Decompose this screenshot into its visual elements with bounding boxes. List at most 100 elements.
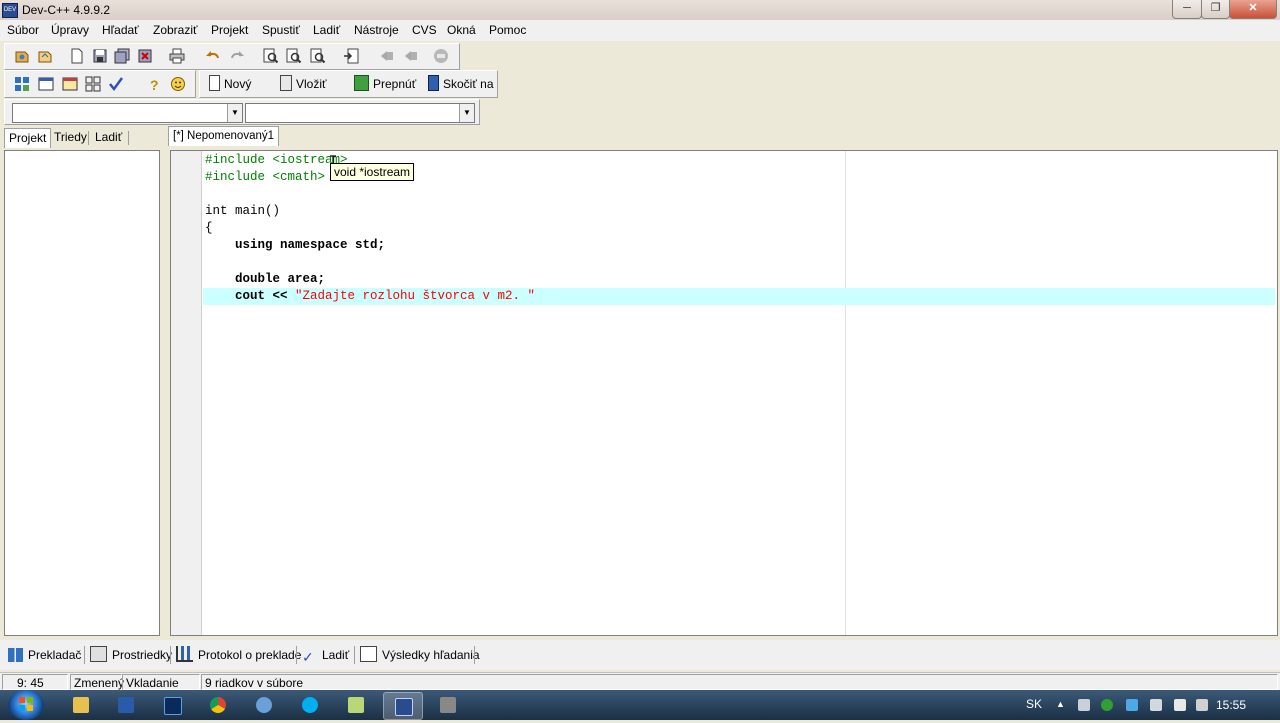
about-icon[interactable] xyxy=(170,76,186,92)
class-combo[interactable]: ▼ xyxy=(12,103,243,123)
new-file-icon[interactable] xyxy=(69,48,85,64)
chevron-down-icon: ▼ xyxy=(459,104,474,122)
compiler-icon xyxy=(8,648,23,662)
taskbar-devcpp[interactable] xyxy=(383,692,423,720)
flag-icon[interactable] xyxy=(1174,699,1186,711)
display-icon[interactable] xyxy=(1150,699,1162,711)
word-icon xyxy=(118,697,134,713)
class-browser-bar: ▼ ▼ xyxy=(4,99,480,125)
replace-icon[interactable] xyxy=(286,48,302,64)
output-tabs: Prekladač Prostriedky Protokol o preklad… xyxy=(0,640,1280,670)
title-bar[interactable]: DEV Dev-C++ 4.9.9.2 ─ ❐ ✕ xyxy=(0,0,1280,20)
taskbar-explorer[interactable] xyxy=(62,692,100,718)
tab-divider xyxy=(354,646,355,664)
photoshop-icon xyxy=(164,697,182,715)
redo-icon[interactable] xyxy=(229,48,245,64)
taskbar-photoshop[interactable] xyxy=(153,692,191,718)
menu-debug[interactable]: Ladiť xyxy=(313,23,340,37)
insert-button[interactable]: Vložiť xyxy=(280,75,327,93)
menu-edit[interactable]: Úpravy xyxy=(51,23,89,37)
menu-windows[interactable]: Okná xyxy=(447,23,476,37)
goto-button[interactable]: Skočiť na xyxy=(428,75,494,93)
open-project-icon[interactable] xyxy=(14,48,30,64)
class-toolbar: Nový Vložiť Prepnúť Skočiť na xyxy=(199,70,498,98)
tab-resources-label: Prostriedky xyxy=(112,648,173,662)
menu-view[interactable]: Zobraziť xyxy=(153,23,198,37)
bookmark-toggle-icon[interactable] xyxy=(433,48,449,64)
save-all-icon[interactable] xyxy=(114,48,130,64)
tab-compile-log[interactable]: Protokol o preklade xyxy=(176,646,301,664)
menu-tools[interactable]: Nástroje xyxy=(354,23,399,37)
chevron-down-icon: ▼ xyxy=(227,104,242,122)
phone-icon[interactable] xyxy=(1101,699,1113,711)
editor-tab-label: [*] Nepomenovaný1 xyxy=(173,130,275,142)
tooltip: void *iostream xyxy=(330,163,415,181)
minimize-button[interactable]: ─ xyxy=(1172,0,1202,19)
code-line: { xyxy=(205,221,213,235)
restore-button[interactable]: ❐ xyxy=(1201,0,1230,19)
code-line: #include <iostream> xyxy=(205,153,348,167)
project-tree-panel[interactable] xyxy=(4,150,160,636)
tab-debug[interactable]: Ladiť xyxy=(91,128,126,147)
member-combo[interactable]: ▼ xyxy=(245,103,475,123)
toggle-button[interactable]: Prepnúť xyxy=(354,75,416,93)
code-editor[interactable]: #include <iostream> #include <cmath> int… xyxy=(170,150,1278,636)
tab-search-label: Výsledky hľadania xyxy=(382,648,480,662)
line-gutter xyxy=(171,151,202,635)
taskbar-chrome[interactable] xyxy=(199,692,237,718)
tab-debug-output[interactable]: ✓ Ladiť xyxy=(302,646,349,664)
tab-compile-log-label: Protokol o preklade xyxy=(198,648,302,662)
taskbar-notepad[interactable] xyxy=(337,692,375,718)
network-icon[interactable] xyxy=(1196,699,1208,711)
taskbar-skype[interactable] xyxy=(291,692,329,718)
volume-icon[interactable] xyxy=(1078,699,1090,711)
taskbar-word[interactable] xyxy=(107,692,145,718)
menu-help[interactable]: Pomoc xyxy=(489,23,526,37)
rebuild-all-icon[interactable] xyxy=(85,76,101,92)
dropbox-icon[interactable] xyxy=(1126,699,1138,711)
taskbar-network-app[interactable] xyxy=(245,692,283,718)
folder-icon xyxy=(73,697,89,713)
tab-project[interactable]: Projekt xyxy=(4,128,52,148)
menu-execute[interactable]: Spustiť xyxy=(262,23,300,37)
menu-cvs[interactable]: CVS xyxy=(412,23,437,37)
toggle-label: Prepnúť xyxy=(373,77,417,91)
close-file-icon[interactable] xyxy=(137,48,153,64)
undo-icon[interactable] xyxy=(205,48,221,64)
menu-search[interactable]: Hľadať xyxy=(102,23,139,37)
insert-icon xyxy=(280,75,292,91)
menu-file[interactable]: Súbor xyxy=(7,23,39,37)
devcpp-app-icon: DEV xyxy=(2,3,18,18)
help-icon[interactable]: ? xyxy=(146,76,162,92)
windows-logo-icon xyxy=(19,697,33,711)
find-next-icon[interactable] xyxy=(310,48,326,64)
compile-icon[interactable] xyxy=(14,76,30,92)
tab-search-results[interactable]: Výsledky hľadania xyxy=(360,646,480,664)
check-syntax-icon[interactable] xyxy=(108,76,124,92)
clock[interactable]: 15:55 xyxy=(1216,698,1246,712)
taskbar-tool[interactable] xyxy=(429,692,467,718)
tray-expand-icon[interactable]: ▲ xyxy=(1056,699,1065,711)
new-class-button[interactable]: Nový xyxy=(209,75,251,93)
users-icon xyxy=(256,697,272,713)
bookmark-forward-icon[interactable] xyxy=(403,48,419,64)
tab-classes[interactable]: Triedy xyxy=(50,128,91,147)
editor-tab[interactable]: [*] Nepomenovaný1 xyxy=(168,126,280,146)
input-language[interactable]: SK xyxy=(1026,697,1042,711)
goto-line-icon[interactable] xyxy=(343,48,359,64)
bookmark-back-icon[interactable] xyxy=(379,48,395,64)
run-icon[interactable] xyxy=(38,76,54,92)
tab-resources[interactable]: Prostriedky xyxy=(90,646,172,664)
print-icon[interactable] xyxy=(169,48,185,64)
open-file-icon[interactable] xyxy=(37,48,53,64)
tab-compiler[interactable]: Prekladač xyxy=(8,646,81,664)
window-title: Dev-C++ 4.9.9.2 xyxy=(22,3,111,17)
menu-project[interactable]: Projekt xyxy=(211,23,248,37)
find-icon[interactable] xyxy=(263,48,279,64)
close-button[interactable]: ✕ xyxy=(1229,0,1277,19)
tab-divider xyxy=(474,646,475,664)
save-icon[interactable] xyxy=(92,48,108,64)
start-button[interactable] xyxy=(8,690,44,720)
devcpp-icon xyxy=(395,698,413,716)
compile-run-icon[interactable] xyxy=(62,76,78,92)
